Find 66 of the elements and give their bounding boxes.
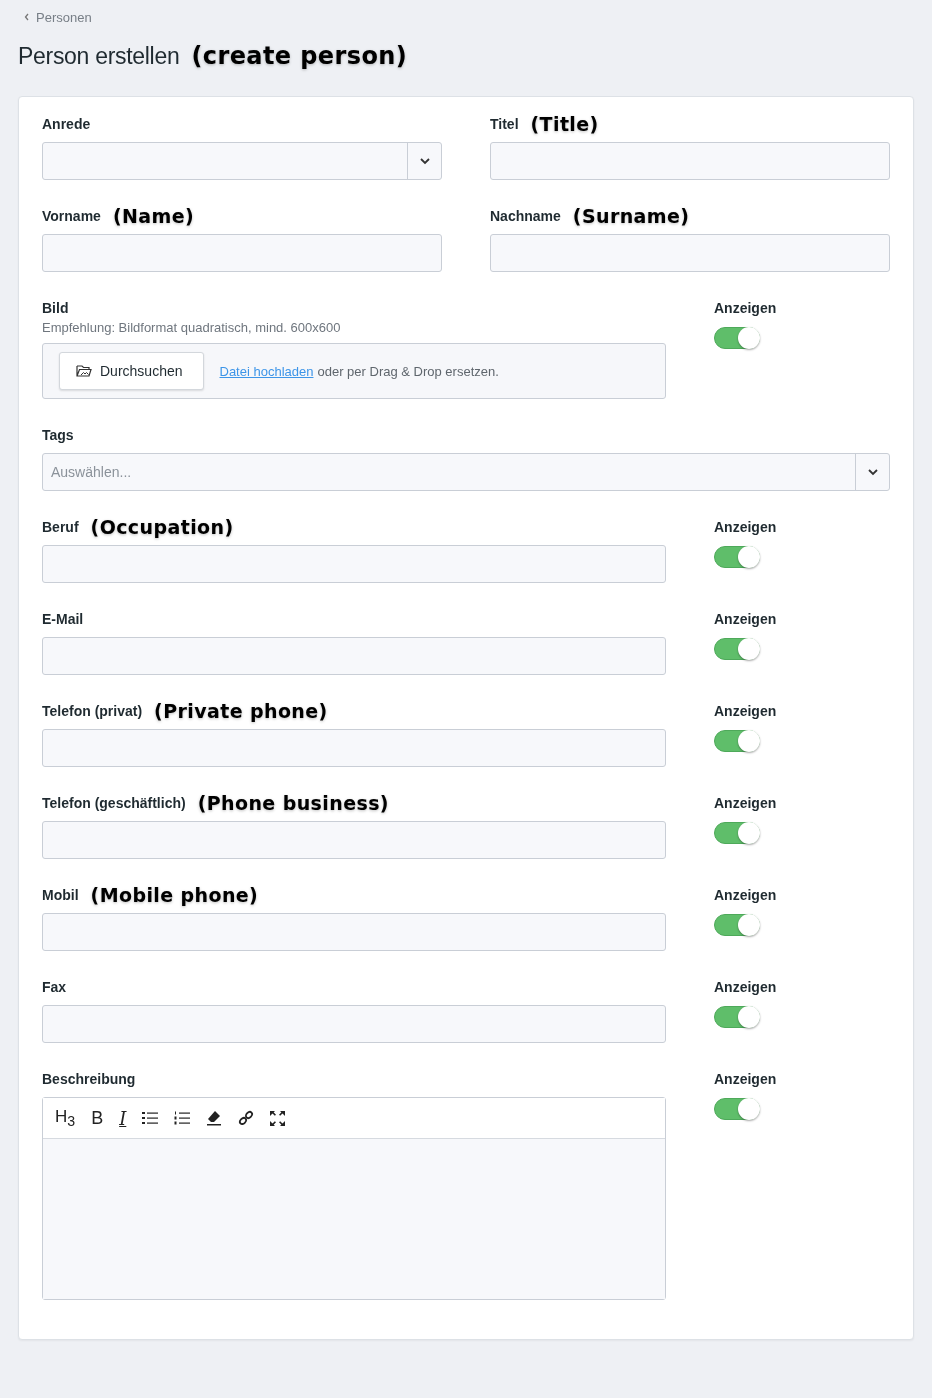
fullscreen-icon[interactable] xyxy=(270,1110,286,1126)
field-label: Nachname xyxy=(490,208,561,224)
text-field[interactable] xyxy=(42,545,666,583)
annotation-text: (Phone business) xyxy=(197,792,389,814)
annotation-text: (Surname) xyxy=(572,205,690,227)
field-label: Vorname xyxy=(42,208,101,224)
chevron-left-icon xyxy=(24,13,29,21)
bold-button[interactable]: B xyxy=(91,1107,104,1129)
toggle-label: Anzeigen xyxy=(714,702,778,721)
text-field[interactable] xyxy=(490,234,890,272)
toggle-label: Anzeigen xyxy=(714,610,778,629)
annotation-text: (Title) xyxy=(530,113,599,135)
caret-icon xyxy=(867,468,878,476)
field-label: Bild xyxy=(42,300,69,316)
eraser-icon[interactable] xyxy=(206,1110,223,1126)
toggle-switch[interactable] xyxy=(714,546,760,568)
field-label: Beschreibung xyxy=(42,1071,136,1087)
field-label: Fax xyxy=(42,979,67,995)
toggle-label: Anzeigen xyxy=(714,299,778,318)
field-label: Telefon (geschäftlich) xyxy=(42,795,186,811)
text-field[interactable] xyxy=(42,913,666,951)
field-label: Titel xyxy=(490,116,519,132)
field-label: E-Mail xyxy=(42,611,84,627)
caret-icon xyxy=(419,157,430,165)
toggle-switch[interactable] xyxy=(714,822,760,844)
field-label: Mobil xyxy=(42,887,79,903)
folder-image-icon xyxy=(76,364,92,378)
toggle-switch[interactable] xyxy=(714,327,760,349)
dropzone-text: oder per Drag & Drop ersetzen. xyxy=(317,363,499,379)
text-field[interactable] xyxy=(42,729,666,767)
numbered-list-icon[interactable] xyxy=(174,1111,191,1125)
browse-button[interactable]: Durchsuchen xyxy=(59,352,204,390)
field-label: Tags xyxy=(42,427,74,443)
annotation-text: (Name) xyxy=(112,205,195,227)
page-title: Person erstellen xyxy=(18,42,180,70)
text-field[interactable] xyxy=(42,637,666,675)
dropzone[interactable]: Durchsuchen Datei hochladen oder per Drag & Drop ersetzen. xyxy=(42,343,666,399)
text-field[interactable] xyxy=(42,1005,666,1043)
text-field[interactable] xyxy=(42,234,442,272)
field-label: Telefon (privat) xyxy=(42,703,143,719)
rich-text-editor[interactable]: H$_{3}$ B I xyxy=(42,1097,666,1300)
toggle-label: Anzeigen xyxy=(714,886,778,905)
hint-text: Empfehlung: Bildformat quadratisch, mind. 600x600 xyxy=(42,320,342,335)
annotation-text: (Mobile phone) xyxy=(90,884,259,906)
field-label: Anrede xyxy=(42,116,91,132)
toggle-label: Anzeigen xyxy=(714,978,778,997)
toggle-switch[interactable] xyxy=(714,638,760,660)
annotation-text: (Private phone) xyxy=(154,700,328,722)
toggle-switch[interactable] xyxy=(714,914,760,936)
annotation-text: (create person) xyxy=(191,42,408,70)
toggle-label: Anzeigen xyxy=(714,1070,778,1089)
italic-button[interactable]: I xyxy=(119,1107,127,1129)
field-label: Beruf xyxy=(42,519,79,535)
toggle-label: Anzeigen xyxy=(714,794,778,813)
toggle-switch[interactable] xyxy=(714,730,760,752)
bullet-list-icon[interactable] xyxy=(142,1111,159,1125)
toggle-switch[interactable] xyxy=(714,1098,760,1120)
heading-button[interactable]: H$_{3}$ xyxy=(55,1106,76,1130)
select-field[interactable] xyxy=(42,142,442,180)
breadcrumb-link[interactable]: Personen xyxy=(36,9,92,25)
annotation-text: (Occupation) xyxy=(90,516,234,538)
link-icon[interactable] xyxy=(238,1110,255,1126)
text-field[interactable] xyxy=(490,142,890,180)
text-field[interactable] xyxy=(42,821,666,859)
toggle-label: Anzeigen xyxy=(714,518,778,537)
toggle-switch[interactable] xyxy=(714,1006,760,1028)
